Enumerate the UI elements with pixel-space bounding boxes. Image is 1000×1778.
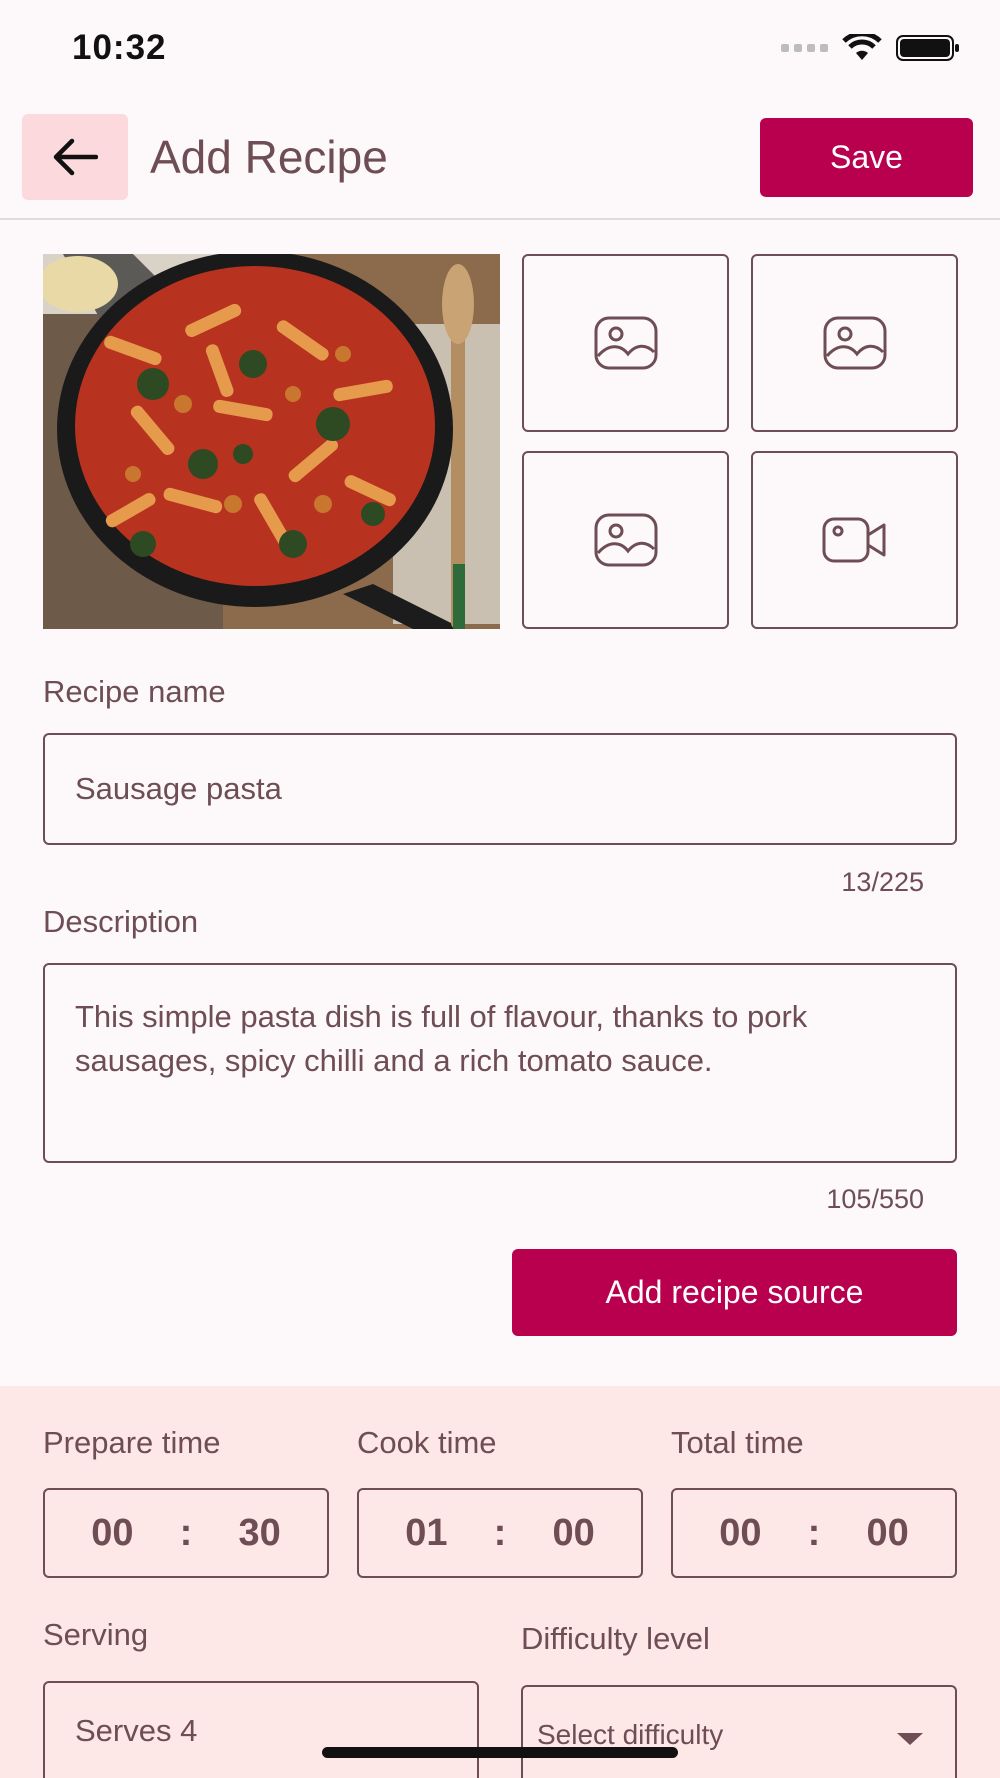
description-label: Description bbox=[43, 904, 199, 939]
main-recipe-photo[interactable] bbox=[43, 254, 500, 629]
recipe-name-label: Recipe name bbox=[43, 674, 226, 709]
description-input[interactable]: This simple pasta dish is full of flavou… bbox=[43, 963, 957, 1163]
back-button[interactable] bbox=[22, 114, 128, 200]
time-separator: : bbox=[807, 1511, 821, 1554]
recipe-name-input[interactable]: Sausage pasta bbox=[43, 733, 957, 845]
image-icon bbox=[594, 513, 657, 567]
serving-value: Serves 4 bbox=[75, 1713, 198, 1748]
description-value: This simple pasta dish is full of flavou… bbox=[75, 999, 808, 1078]
serving-label: Serving bbox=[43, 1617, 149, 1652]
image-icon bbox=[594, 316, 657, 370]
video-camera-icon bbox=[822, 517, 885, 563]
recipe-name-value: Sausage pasta bbox=[75, 771, 282, 806]
signal-icon bbox=[781, 44, 828, 52]
cook-time-input[interactable]: 01 : 00 bbox=[357, 1488, 643, 1578]
arrow-left-icon bbox=[53, 138, 98, 176]
time-separator: : bbox=[179, 1511, 193, 1554]
app-bar: Add Recipe Save bbox=[0, 100, 1000, 220]
add-image-slot-2[interactable] bbox=[751, 254, 958, 432]
save-button[interactable]: Save bbox=[760, 118, 973, 197]
total-time-label: Total time bbox=[671, 1425, 804, 1460]
status-bar: 10:32 bbox=[0, 0, 1000, 100]
time-separator: : bbox=[493, 1511, 507, 1554]
description-counter: 105/550 bbox=[826, 1184, 924, 1214]
image-icon bbox=[823, 316, 886, 370]
add-image-slot-1[interactable] bbox=[522, 254, 729, 432]
status-icons bbox=[781, 34, 960, 62]
add-video-slot[interactable] bbox=[751, 451, 958, 629]
prepare-time-label: Prepare time bbox=[43, 1425, 221, 1460]
home-indicator[interactable] bbox=[322, 1747, 678, 1758]
recipe-photo-image bbox=[43, 254, 500, 629]
status-time: 10:32 bbox=[72, 28, 167, 67]
add-recipe-source-button[interactable]: Add recipe source bbox=[512, 1249, 957, 1336]
prepare-minutes[interactable]: 30 bbox=[239, 1512, 281, 1555]
prepare-time-input[interactable]: 00 : 30 bbox=[43, 1488, 329, 1578]
wifi-icon bbox=[842, 34, 882, 60]
cook-time-label: Cook time bbox=[357, 1425, 497, 1460]
cook-minutes[interactable]: 00 bbox=[553, 1512, 595, 1555]
page-title: Add Recipe bbox=[150, 131, 388, 183]
total-hours[interactable]: 00 bbox=[719, 1512, 761, 1555]
battery-icon bbox=[896, 35, 959, 61]
total-minutes[interactable]: 00 bbox=[867, 1512, 909, 1555]
prepare-hours[interactable]: 00 bbox=[91, 1512, 133, 1555]
serving-input[interactable]: Serves 4 bbox=[43, 1681, 479, 1778]
chevron-down-icon bbox=[897, 1733, 923, 1745]
cook-hours[interactable]: 01 bbox=[405, 1512, 447, 1555]
difficulty-label: Difficulty level bbox=[521, 1621, 710, 1656]
difficulty-select[interactable]: Select difficulty bbox=[521, 1685, 957, 1778]
total-time-input[interactable]: 00 : 00 bbox=[671, 1488, 957, 1578]
add-image-slot-3[interactable] bbox=[522, 451, 729, 629]
recipe-name-counter: 13/225 bbox=[841, 867, 924, 897]
